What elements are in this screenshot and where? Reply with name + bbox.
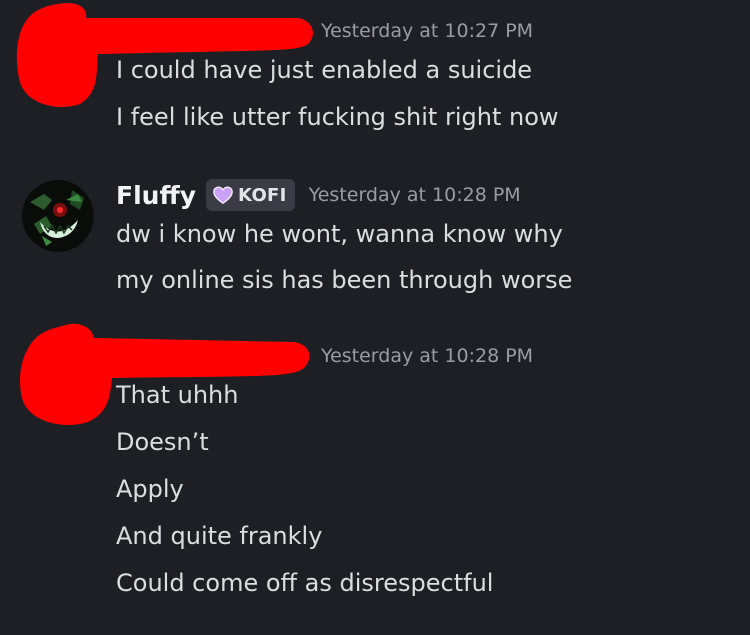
message-text: dw i know he wont, wanna know why xyxy=(116,220,563,248)
redacted-author-2 xyxy=(19,323,310,425)
timestamp: Yesterday at 10:28 PM xyxy=(321,345,534,367)
message-text: my online sis has been through worse xyxy=(116,266,573,294)
badge-label: KOFI xyxy=(238,184,287,206)
message-text: Apply xyxy=(116,475,184,503)
message-text: That uhhh xyxy=(116,381,239,409)
message-header-2: Fluffy KOFI Yesterday at 10:28 PM xyxy=(116,179,521,211)
message-text: I feel like utter fucking shit right now xyxy=(116,103,559,131)
message-text: Doesn’t xyxy=(116,428,209,456)
timestamp: Yesterday at 10:27 PM xyxy=(321,20,534,42)
avatar[interactable] xyxy=(22,180,94,252)
timestamp: Yesterday at 10:28 PM xyxy=(308,184,521,206)
message-header-1: Yesterday at 10:27 PM xyxy=(321,20,533,42)
kofi-badge[interactable]: KOFI xyxy=(206,179,295,211)
heart-icon xyxy=(213,186,233,205)
message-header-3: Yesterday at 10:28 PM xyxy=(321,345,533,367)
username[interactable]: Fluffy xyxy=(116,181,196,210)
message-text: I could have just enabled a suicide xyxy=(116,56,533,84)
message-text: Could come off as disrespectful xyxy=(116,569,494,597)
message-text: And quite frankly xyxy=(116,522,323,550)
